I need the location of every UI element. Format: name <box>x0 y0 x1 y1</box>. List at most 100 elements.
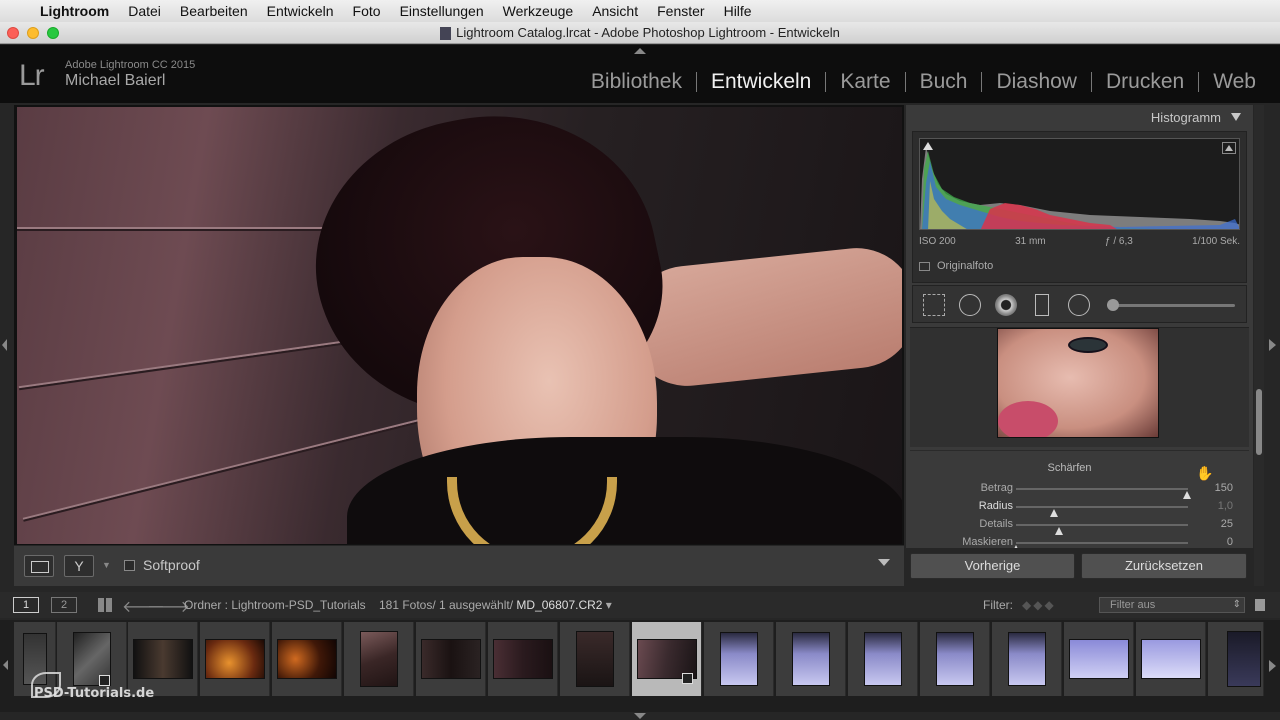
highlight-clipping-icon[interactable] <box>1222 142 1236 154</box>
sharpen-amount-label: Betrag <box>980 482 1013 494</box>
spot-removal-icon[interactable] <box>959 294 981 316</box>
menu-app-name[interactable]: Lightroom <box>40 3 109 19</box>
filmstrip-cell[interactable] <box>704 622 774 696</box>
module-buch[interactable]: Buch <box>906 70 982 94</box>
sharpen-amount-value[interactable]: 150 <box>1193 482 1233 494</box>
filmstrip <box>0 620 1280 712</box>
filmstrip-cell[interactable] <box>200 622 270 696</box>
adjustment-brush-knob[interactable] <box>1107 299 1119 311</box>
module-web[interactable]: Web <box>1199 70 1270 94</box>
original-photo-checkbox[interactable] <box>919 262 930 271</box>
menu-entwickeln[interactable]: Entwickeln <box>267 3 334 19</box>
module-diashow[interactable]: Diashow <box>982 70 1091 94</box>
lightroom-logo: Lr <box>19 59 45 92</box>
detail-zoom-preview[interactable] <box>997 328 1159 438</box>
filter-lock-icon[interactable] <box>1255 599 1265 611</box>
sharpen-details-track[interactable] <box>1016 524 1188 535</box>
filmstrip-cell[interactable] <box>1136 622 1206 696</box>
edited-badge-icon <box>99 675 110 686</box>
close-window-button[interactable] <box>7 27 19 39</box>
watermark-text: PSD-Tutorials.de <box>34 686 155 701</box>
module-drucken[interactable]: Drucken <box>1092 70 1198 94</box>
zoom-window-button[interactable] <box>47 27 59 39</box>
selected-filename[interactable]: MD_06807.CR2 <box>516 598 602 612</box>
sharpen-details-row[interactable]: Details 25 <box>910 516 1249 535</box>
sharpen-amount-row[interactable]: Betrag 150 <box>910 480 1249 499</box>
filmstrip-cell[interactable] <box>992 622 1062 696</box>
filmstrip-scroll-right-icon[interactable] <box>1269 660 1276 672</box>
filmstrip-cell[interactable] <box>488 622 558 696</box>
right-panel-toggle-icon[interactable] <box>1269 339 1276 351</box>
loupe-view-button[interactable] <box>24 555 54 577</box>
histogram-header[interactable]: Histogramm <box>906 105 1253 129</box>
filmstrip-thumbnail <box>1227 631 1261 687</box>
filmstrip-cell[interactable] <box>272 622 342 696</box>
adjustment-brush-slider[interactable] <box>1107 304 1235 307</box>
filmstrip-cell[interactable] <box>920 622 990 696</box>
shadow-clipping-icon[interactable] <box>923 142 933 150</box>
filter-select[interactable]: Filter aus <box>1099 597 1245 613</box>
second-window-button[interactable]: 2 <box>51 597 77 613</box>
filmstrip-cell[interactable] <box>1208 622 1264 696</box>
graduated-filter-icon[interactable] <box>1035 294 1049 316</box>
sharpen-radius-label: Radius <box>978 500 1013 512</box>
minimize-window-button[interactable] <box>27 27 39 39</box>
detail-preview-area <box>910 327 1249 447</box>
red-eye-icon[interactable] <box>995 294 1017 316</box>
sharpen-radius-row[interactable]: Radius 1,0 <box>910 498 1249 517</box>
grid-view-icon[interactable] <box>98 598 112 612</box>
sharpen-details-value[interactable]: 25 <box>1193 518 1233 530</box>
radial-filter-icon[interactable] <box>1068 294 1090 316</box>
scrollbar-thumb[interactable] <box>1256 389 1262 455</box>
filmstrip-cell[interactable] <box>416 622 486 696</box>
before-after-button[interactable]: Y <box>64 555 94 577</box>
menu-einstellungen[interactable]: Einstellungen <box>400 3 484 19</box>
filmstrip-cell[interactable] <box>128 622 198 696</box>
toolbar-content-chevron-icon[interactable] <box>878 559 890 566</box>
main-window-button[interactable]: 1 <box>13 597 39 613</box>
softproof-checkbox[interactable] <box>124 560 135 571</box>
menu-foto[interactable]: Foto <box>353 3 381 19</box>
preview-eye <box>1068 337 1108 353</box>
filmstrip-cell[interactable] <box>1064 622 1134 696</box>
module-karte[interactable]: Karte <box>826 70 904 94</box>
crop-tool-icon[interactable] <box>923 294 945 316</box>
previous-settings-button[interactable]: Vorherige <box>910 553 1075 579</box>
module-entwickeln[interactable]: Entwickeln <box>697 70 825 94</box>
histogram-graph[interactable] <box>919 138 1240 230</box>
sharpen-radius-track[interactable] <box>1016 506 1188 517</box>
source-folder[interactable]: Ordner : Lightroom-PSD_Tutorials <box>184 598 366 612</box>
sharpen-amount-track[interactable] <box>1016 488 1191 499</box>
module-bibliothek[interactable]: Bibliothek <box>577 70 696 94</box>
menu-ansicht[interactable]: Ansicht <box>592 3 638 19</box>
filmstrip-cell[interactable] <box>776 622 846 696</box>
filmstrip-cell[interactable] <box>560 622 630 696</box>
before-after-dropdown-icon[interactable]: ▼ <box>102 560 111 570</box>
filmstrip-scroll-left-icon[interactable] <box>3 660 8 670</box>
top-panel-toggle-icon[interactable] <box>634 48 646 54</box>
reset-button[interactable]: Zurücksetzen <box>1081 553 1247 579</box>
filmstrip-thumbnail <box>719 632 758 686</box>
left-panel-toggle-icon[interactable] <box>2 339 7 351</box>
menu-bearbeiten[interactable]: Bearbeiten <box>180 3 248 19</box>
filmstrip-thumbnail <box>359 631 398 687</box>
main-image-view[interactable] <box>14 105 904 545</box>
menu-datei[interactable]: Datei <box>128 3 161 19</box>
filmstrip-cell-selected[interactable] <box>632 622 702 696</box>
sharpen-radius-value[interactable]: 1,0 <box>1193 500 1233 512</box>
flag-filter-icons[interactable]: ◆◆◆ <box>1022 598 1056 612</box>
sharpen-masking-value[interactable]: 0 <box>1193 536 1233 548</box>
bottom-panel-toggle-icon[interactable] <box>634 713 646 719</box>
filmstrip-source-path[interactable]: Ordner : Lightroom-PSD_Tutorials 181 Fot… <box>184 598 612 612</box>
sharpen-masking-track[interactable] <box>1012 542 1188 553</box>
filmstrip-cell[interactable] <box>848 622 918 696</box>
collapse-triangle-icon[interactable] <box>1231 113 1241 121</box>
filename-dropdown-icon[interactable]: ▾ <box>606 598 612 612</box>
window-controls <box>7 27 59 39</box>
menu-fenster[interactable]: Fenster <box>657 3 704 19</box>
filmstrip-cell[interactable] <box>344 622 414 696</box>
right-panel-scrollbar[interactable] <box>1254 105 1264 586</box>
menu-werkzeuge[interactable]: Werkzeuge <box>503 3 574 19</box>
menu-hilfe[interactable]: Hilfe <box>724 3 752 19</box>
filmstrip-cell[interactable] <box>57 622 127 696</box>
